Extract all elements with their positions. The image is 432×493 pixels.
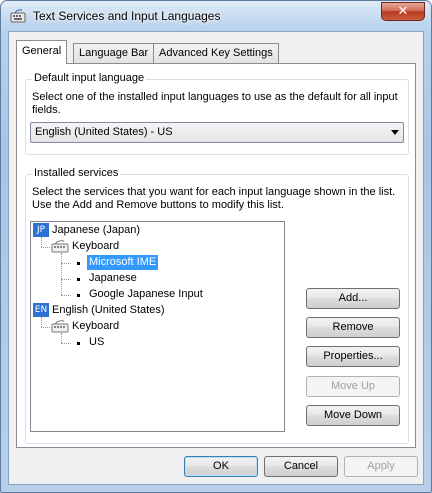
tab-advanced-key-settings[interactable]: Advanced Key Settings [153, 43, 279, 63]
remove-button[interactable]: Remove [306, 317, 400, 338]
jp-language-icon: JP [33, 223, 49, 237]
move-down-button[interactable]: Move Down [306, 405, 400, 426]
services-tree[interactable]: JP Japanese (Japan) Keyboard Microsoft I… [30, 221, 285, 432]
tree-connector [61, 253, 62, 295]
keyboard-icon [10, 9, 26, 23]
keyboard-icon [51, 240, 69, 253]
cancel-button[interactable]: Cancel [264, 456, 338, 477]
keyboard-icon [51, 320, 69, 333]
tree-item-label: Google Japanese Input [89, 288, 203, 300]
installed-services-description: Select the services that you want for ea… [32, 186, 395, 212]
default-language-group: Default input language Select one of the… [25, 72, 409, 155]
close-icon: ✕ [397, 4, 409, 19]
tree-connector [41, 237, 42, 247]
tree-item-label: US [89, 336, 105, 348]
ok-button[interactable]: OK [184, 456, 258, 477]
bullet-icon [77, 278, 80, 281]
dialog-footer: OK Cancel Apply [9, 448, 423, 484]
bullet-icon [77, 342, 80, 345]
en-language-icon: EN [33, 303, 49, 317]
description-line: fields. [32, 104, 61, 116]
client-area: General Language Bar Advanced Key Settin… [8, 31, 424, 485]
tree-connector [41, 317, 42, 327]
tree-item-label: Japanese [89, 272, 137, 284]
description-line: Select one of the installed input langua… [32, 91, 398, 103]
tree-connector [41, 247, 50, 248]
title-bar[interactable]: Text Services and Input Languages ✕ [1, 1, 431, 31]
tree-item-label: Keyboard [72, 240, 120, 252]
bullet-icon [77, 294, 80, 297]
tree-item-label: Japanese (Japan) [52, 224, 141, 236]
general-tab-panel: Default input language Select one of the… [16, 63, 416, 448]
tree-connector [61, 343, 71, 344]
apply-button[interactable]: Apply [344, 456, 418, 477]
chevron-down-icon [391, 130, 399, 135]
default-language-description: Select one of the installed input langua… [32, 91, 398, 117]
properties-button[interactable]: Properties... [306, 346, 400, 367]
installed-services-title: Installed services [32, 167, 121, 179]
description-line: Select the services that you want for ea… [32, 186, 396, 198]
default-language-title: Default input language [32, 72, 147, 84]
tree-connector [61, 263, 71, 264]
installed-services-group: Installed services Select the services t… [25, 167, 409, 444]
window-title: Text Services and Input Languages [33, 9, 221, 23]
tab-general[interactable]: General [16, 40, 68, 64]
tree-connector [61, 333, 62, 343]
bullet-icon [77, 262, 80, 265]
description-line: Use the Add and Remove buttons to modify… [32, 199, 284, 211]
default-language-select[interactable]: English (United States) - US [30, 122, 404, 143]
add-button[interactable]: Add... [306, 288, 400, 309]
tree-item-label: Microsoft IME [85, 254, 160, 271]
tree-connector [61, 279, 71, 280]
tree-item-label: Keyboard [72, 320, 120, 332]
default-language-value: English (United States) - US [35, 126, 173, 138]
tab-language-bar[interactable]: Language Bar [73, 43, 155, 63]
tree-connector [61, 295, 71, 296]
tree-item-label: English (United States) [52, 304, 165, 316]
tree-connector [41, 327, 50, 328]
move-up-button[interactable]: Move Up [306, 376, 400, 397]
dialog-window: Text Services and Input Languages ✕ Gene… [0, 0, 432, 493]
close-button[interactable]: ✕ [381, 2, 425, 21]
